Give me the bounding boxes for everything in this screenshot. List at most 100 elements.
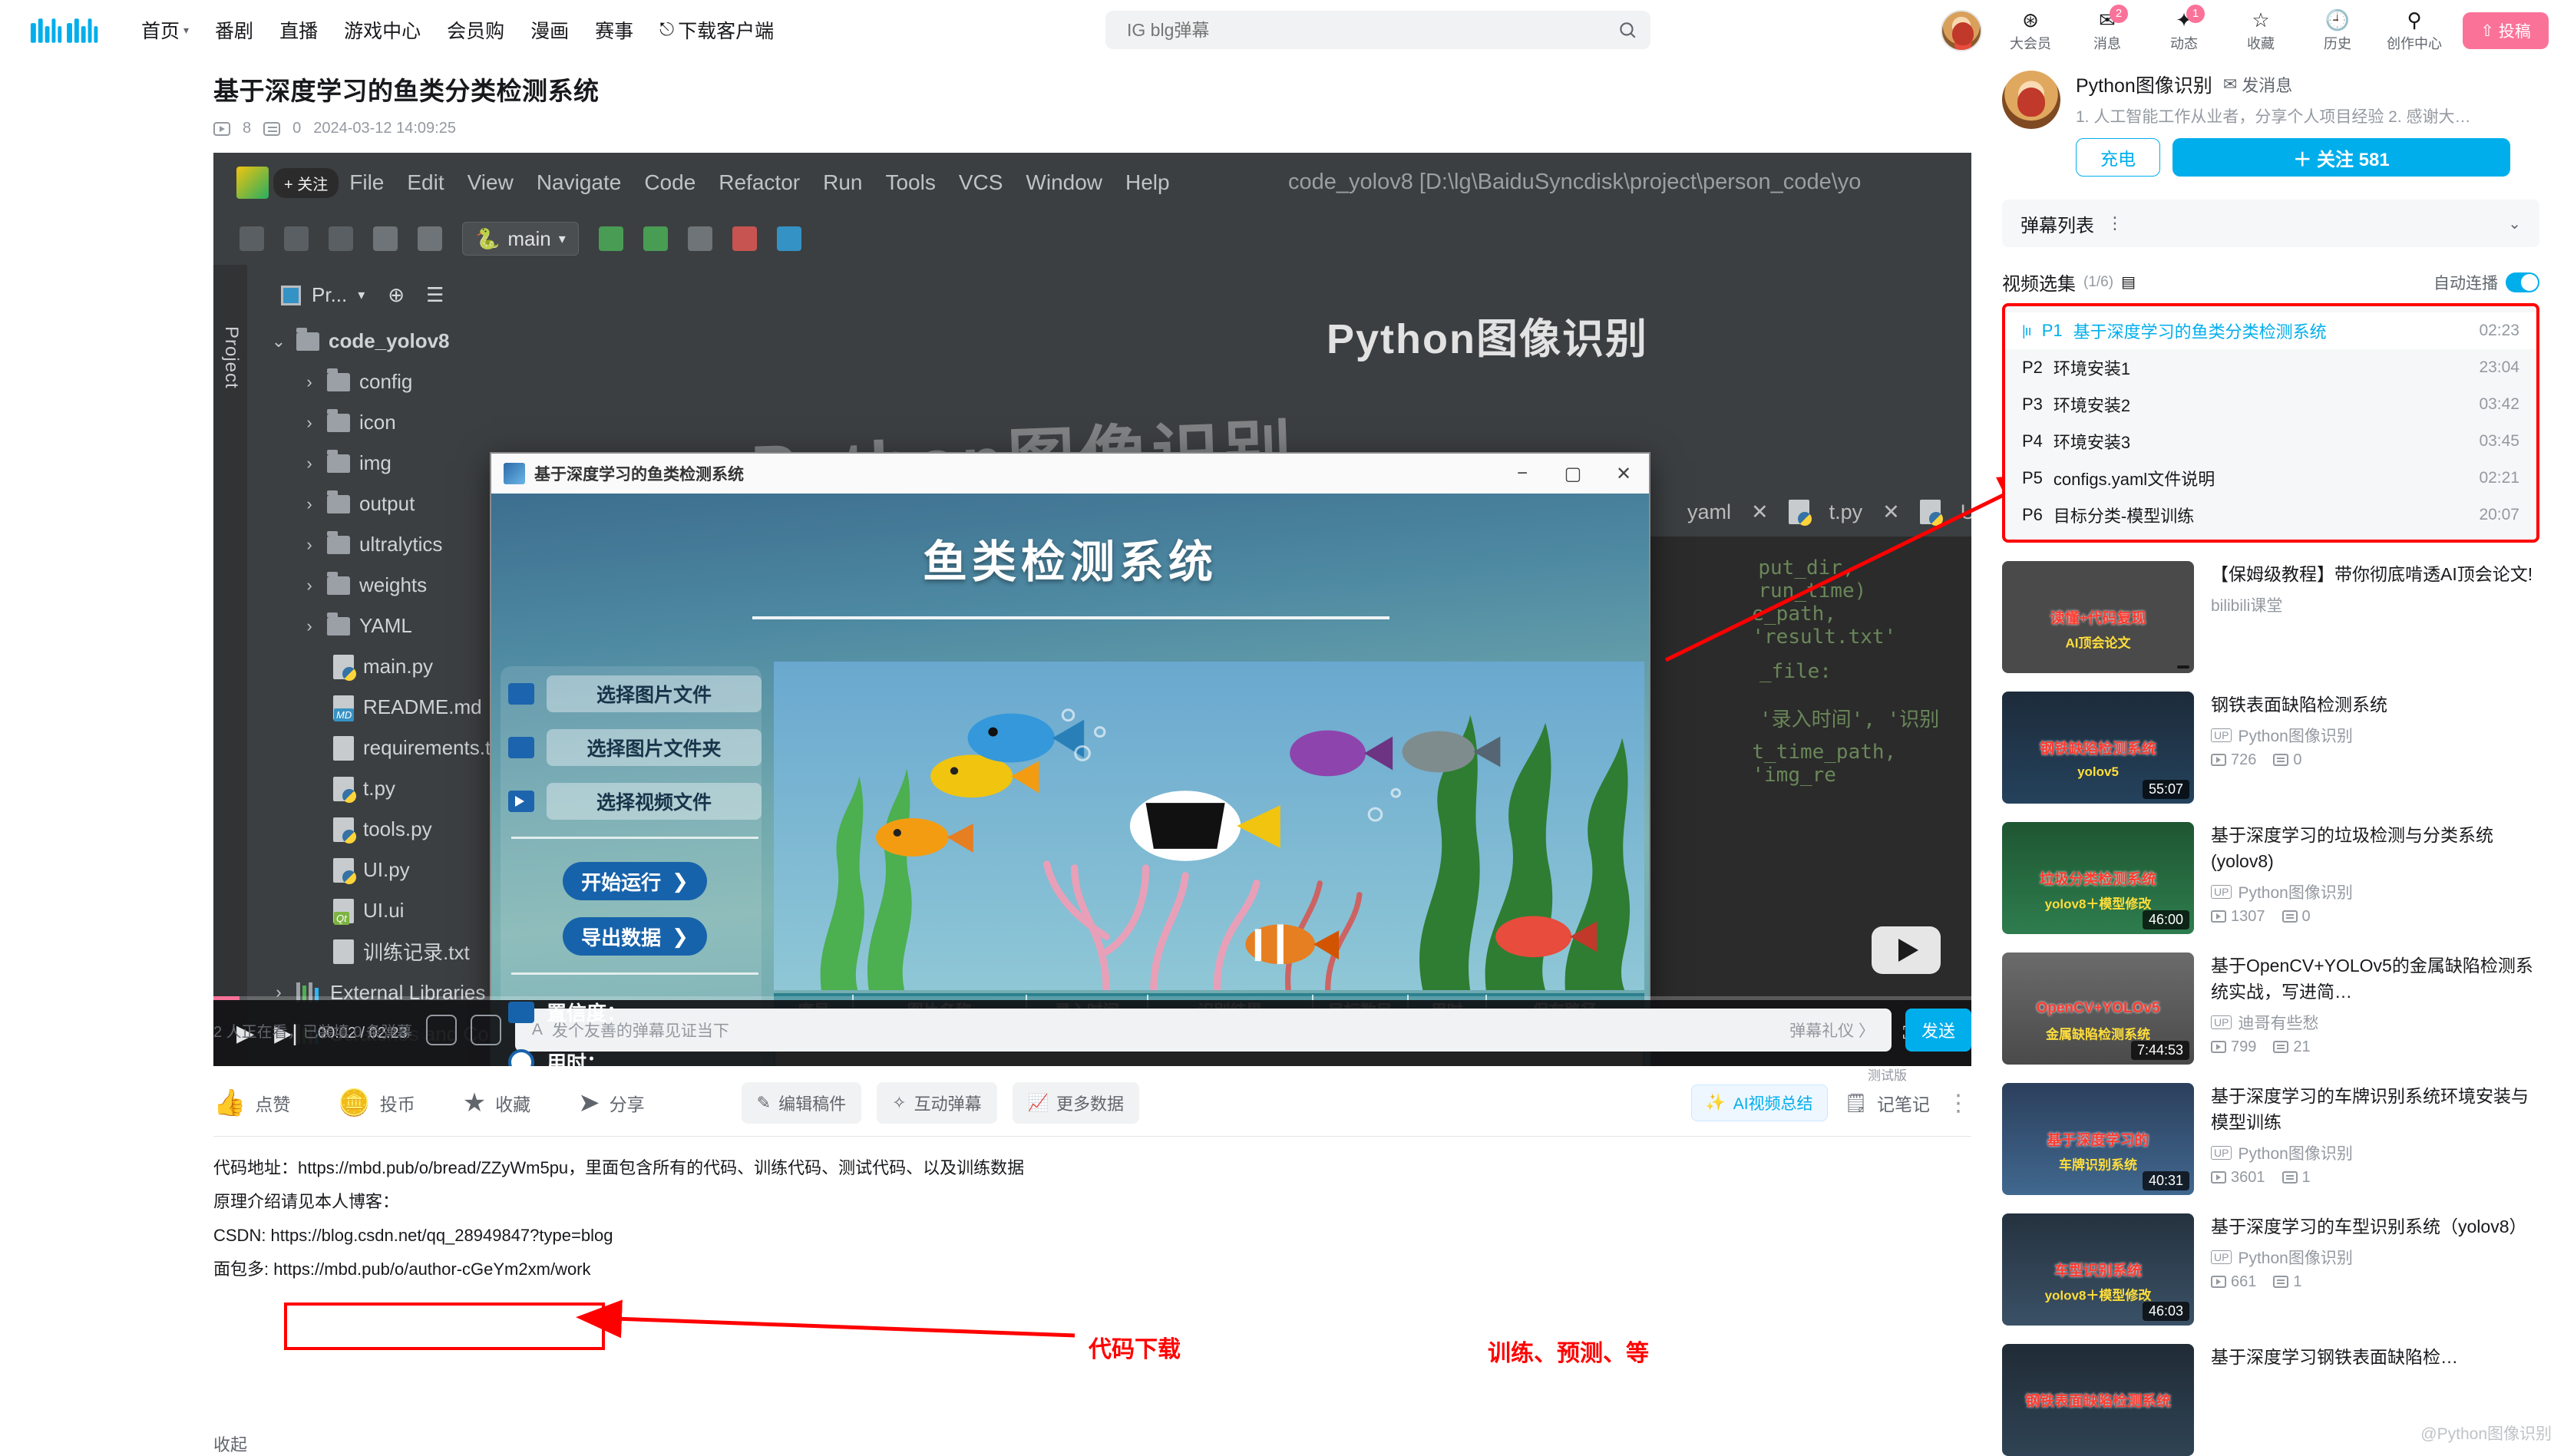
ide-menu-view[interactable]: View <box>468 170 514 195</box>
start-run-button[interactable]: 开始运行 ❯ <box>563 862 707 900</box>
autoplay-toggle-group[interactable]: 自动连播 <box>2433 271 2539 294</box>
chevron-down-icon[interactable]: ⌄ <box>2508 214 2521 233</box>
episode-item-p1[interactable]: |ıı P1 基于深度学习的鱼类分类检测系统 02:23 <box>2005 312 2536 349</box>
episode-item-p2[interactable]: P2 环境安装1 23:04 <box>2005 349 2536 386</box>
thumbnail[interactable]: 钢铁表面缺陷检测系统 <box>2002 1344 2194 1456</box>
uploader-name[interactable]: Python图像识别 <box>2076 71 2212 98</box>
danmaku-style-icon[interactable] <box>425 1015 457 1045</box>
toolbar-debug-icon[interactable] <box>643 226 668 251</box>
toolbar-save-icon[interactable] <box>284 226 309 251</box>
ide-menu-tools[interactable]: Tools <box>885 170 935 195</box>
danmaku-settings-icon[interactable] <box>470 1015 501 1045</box>
thumbnail[interactable]: 垃圾分类检测系统 yolov8＋模型修改 46:00 <box>2002 822 2194 934</box>
recommendation-uploader[interactable]: bilibili课堂 <box>2211 593 2539 616</box>
nav-item-live[interactable]: 直播 <box>279 16 318 44</box>
header-item-history[interactable]: 🕘 历史 <box>2309 9 2366 53</box>
select-image-folder-row[interactable]: 选择图片文件夹 <box>508 729 762 766</box>
recommendation-item-0[interactable]: 读懂+代码复现 AI顶会论文 【保姆级教程】带你彻底啃透AI顶会论文! bili… <box>2002 561 2539 673</box>
kebab-menu-icon[interactable]: ⋮ <box>2106 213 2123 233</box>
search-bar[interactable] <box>1105 11 1650 49</box>
minimize-button[interactable]: − <box>1497 454 1548 494</box>
nav-item-home[interactable]: 首页 ▾ <box>141 16 189 44</box>
interactive-danmaku-button[interactable]: ✧ 互动弹幕 <box>877 1082 997 1124</box>
ide-menu-run[interactable]: Run <box>823 170 862 195</box>
bilibili-logo-icon[interactable] <box>29 13 112 47</box>
recommendation-title[interactable]: 基于OpenCV+YOLOv5的金属缺陷检测系统实战，写进简… <box>2211 953 2539 1005</box>
header-item-big-member[interactable]: ⊛ 大会员 <box>2002 9 2059 53</box>
close-button[interactable]: ✕ <box>1598 454 1649 494</box>
close-icon[interactable]: ✕ <box>1751 500 1769 524</box>
search-input[interactable] <box>1105 19 1604 41</box>
chevron-down-icon[interactable]: ⌄ <box>270 332 287 352</box>
episode-item-p6[interactable]: P6 目标分类-模型训练 20:07 <box>2005 497 2536 533</box>
ide-menu-vcs[interactable]: VCS <box>959 170 1003 195</box>
header-item-moments[interactable]: ✦ 1 动态 <box>2156 4 2212 53</box>
chevron-right-icon[interactable]: › <box>301 535 318 555</box>
header-item-favorites[interactable]: ☆ 收藏 <box>2232 9 2289 53</box>
recommendation-title[interactable]: 基于深度学习的垃圾检测与分类系统(yolov8) <box>2211 822 2539 874</box>
share-button[interactable]: ➤ 分享 <box>578 1090 645 1116</box>
play-overlay-button[interactable] <box>1872 926 1941 974</box>
chevron-right-icon[interactable]: › <box>301 454 318 474</box>
toolbar-sync-icon[interactable] <box>329 226 353 251</box>
recommendation-title[interactable]: 钢铁表面缺陷检测系统 <box>2211 692 2539 718</box>
collapse-all-icon[interactable]: ☰ <box>426 283 444 307</box>
project-tool-label[interactable]: Project <box>220 326 242 389</box>
danmaku-list-panel[interactable]: 弹幕列表 ⋮ ⌄ <box>2002 200 2539 247</box>
video-player[interactable]: + 关注 File Edit View Navigate Code Refact… <box>213 153 1971 1066</box>
ide-menu-window[interactable]: Window <box>1026 170 1102 195</box>
nav-item-match[interactable]: 赛事 <box>595 16 633 44</box>
nav-item-shop[interactable]: 会员购 <box>447 16 504 44</box>
recommendation-item-4[interactable]: 基于深度学习的 车牌识别系统 40:31 基于深度学习的车牌识别系统环境安装与模… <box>2002 1083 2539 1195</box>
recommendation-title[interactable]: 【保姆级教程】带你彻底啃透AI顶会论文! <box>2211 561 2539 587</box>
edit-submission-button[interactable]: ✎ 编辑稿件 <box>741 1082 862 1124</box>
editor-tab-t-py[interactable]: t.py <box>1829 500 1863 524</box>
send-message-button[interactable]: ✉ 发消息 <box>2223 72 2292 97</box>
collapse-description-button[interactable]: 收起 <box>213 1431 247 1456</box>
avatar[interactable] <box>1941 10 1982 51</box>
episode-item-p4[interactable]: P4 环境安装3 03:45 <box>2005 423 2536 460</box>
uploader-avatar[interactable] <box>2002 71 2060 129</box>
follow-overlay-button[interactable]: + 关注 <box>273 167 339 198</box>
danmaku-gift-link[interactable]: 弹幕礼仪 〉 <box>1789 1019 1875 1042</box>
header-item-creator[interactable]: ⚲ 创作中心 <box>2386 9 2443 53</box>
toolbar-coverage-icon[interactable] <box>687 226 712 251</box>
chevron-right-icon[interactable]: › <box>301 576 318 596</box>
ide-menu-code[interactable]: Code <box>644 170 696 195</box>
recommendation-uploader[interactable]: UP Python图像识别 <box>2211 1246 2539 1269</box>
close-icon[interactable]: ✕ <box>1882 500 1900 524</box>
send-danmaku-button[interactable]: 发送 <box>1905 1009 1971 1052</box>
select-video-file-button[interactable]: 选择视频文件 <box>547 783 762 820</box>
ide-menu-help[interactable]: Help <box>1125 170 1170 195</box>
recommendation-title[interactable]: 基于深度学习的车牌识别系统环境安装与模型训练 <box>2211 1083 2539 1135</box>
thumbnail[interactable]: 车型识别系统 yolov8＋模型修改 46:03 <box>2002 1213 2194 1326</box>
favorite-button[interactable]: ★ 收藏 <box>463 1090 530 1116</box>
chevron-right-icon[interactable]: › <box>301 494 318 514</box>
maximize-button[interactable]: ▢ <box>1548 454 1598 494</box>
nav-item-manga[interactable]: 漫画 <box>530 16 569 44</box>
chevron-right-icon[interactable]: › <box>301 372 318 392</box>
chevron-right-icon[interactable]: › <box>301 616 318 636</box>
tree-item-icon[interactable]: › icon <box>247 402 677 443</box>
like-button[interactable]: 👍 点赞 <box>213 1090 290 1116</box>
recommendation-item-1[interactable]: 钢铁缺陷检测系统 yolov5 55:07 钢铁表面缺陷检测系统 UP Pytho… <box>2002 692 2539 804</box>
ai-summary-button[interactable]: ✨ AI视频总结 <box>1690 1085 1828 1121</box>
follow-button[interactable]: ＋ 关注 581 <box>2172 138 2510 177</box>
toolbar-translate-icon[interactable] <box>776 226 801 251</box>
tree-item-config[interactable]: › config <box>247 362 677 402</box>
recommendation-uploader[interactable]: UP Python图像识别 <box>2211 1141 2539 1164</box>
toolbar-open-icon[interactable] <box>240 226 264 251</box>
more-data-button[interactable]: 📈 更多数据 <box>1012 1082 1139 1124</box>
recommendation-item-2[interactable]: 垃圾分类检测系统 yolov8＋模型修改 46:00 基于深度学习的垃圾检测与分… <box>2002 822 2539 934</box>
thumbnail[interactable]: OpenCV+YOLOv5 金属缺陷检测系统 7:44:53 <box>2002 953 2194 1065</box>
toolbar-profile-icon[interactable] <box>418 226 442 251</box>
thumbnail[interactable]: 读懂+代码复现 AI顶会论文 <box>2002 561 2194 673</box>
tree-item-code_yolov8[interactable]: ⌄ code_yolov8 <box>247 321 677 362</box>
select-image-folder-button[interactable]: 选择图片文件夹 <box>547 729 762 766</box>
autoplay-toggle[interactable] <box>2506 272 2539 292</box>
header-item-messages[interactable]: ✉ 2 消息 <box>2079 4 2136 53</box>
episode-item-p5[interactable]: P5 configs.yaml文件说明 02:21 <box>2005 460 2536 497</box>
chevron-right-icon[interactable]: › <box>301 413 318 433</box>
take-note-button[interactable]: 🗒 记笔记 <box>1845 1090 1930 1116</box>
nav-item-bangumi[interactable]: 番剧 <box>215 16 253 44</box>
